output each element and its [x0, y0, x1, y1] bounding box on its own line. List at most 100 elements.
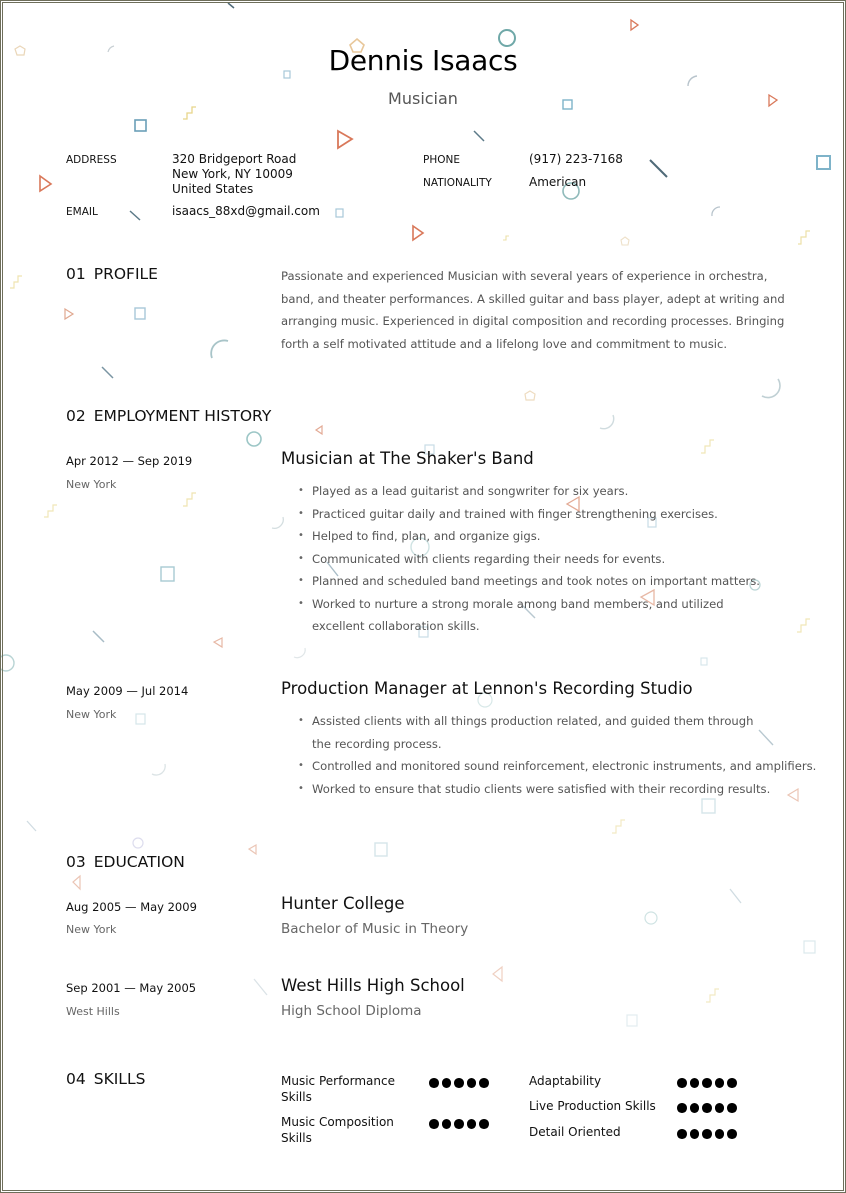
candidate-job-title: Musician: [388, 89, 458, 108]
line-shape-icon: [729, 888, 742, 904]
pentagon-shape-icon: [620, 236, 630, 246]
skill-level: [429, 1078, 489, 1088]
zigzag-shape-icon: [612, 819, 625, 834]
education-dates: Sep 2001 — May 2005: [66, 981, 197, 995]
square-shape-icon: [135, 713, 146, 725]
zigzag-shape-icon: [701, 439, 714, 454]
line-shape-icon: [129, 210, 141, 221]
skill-dot: [454, 1119, 464, 1129]
section-heading-education: 03 EDUCATION: [66, 853, 185, 871]
triangle-shape-icon: [64, 307, 75, 321]
job-title: Production Manager at Lennon's Recording…: [281, 679, 693, 698]
school-name: Hunter College: [281, 894, 405, 913]
zigzag-shape-icon: [183, 106, 196, 120]
job-dates: Apr 2012 — Sep 2019: [66, 454, 193, 468]
job-location: New York: [66, 708, 117, 721]
email-label: EMAIL: [66, 206, 98, 218]
arc-shape-icon: [599, 414, 615, 430]
job-bullet: Worked to nurture a strong morale among …: [298, 593, 762, 638]
skill-name: Music Composition Skills: [281, 1115, 394, 1145]
skill-level: [677, 1078, 737, 1088]
address-line: 320 Bridgeport Road: [172, 152, 297, 166]
degree: Bachelor of Music in Theory: [281, 921, 469, 937]
job-bullets: Played as a lead guitarist and songwrite…: [281, 480, 832, 638]
skill-dot: [714, 1103, 724, 1113]
zigzag-shape-icon: [798, 230, 810, 245]
triangle-shape-icon: [212, 637, 223, 649]
skill-level: [677, 1129, 737, 1139]
skill-dot: [727, 1103, 737, 1113]
section-heading-profile: 01 PROFILE: [66, 265, 158, 283]
arc-shape-icon: [210, 339, 229, 359]
arc-shape-icon: [711, 206, 721, 217]
zigzag-shape-icon: [44, 504, 57, 518]
skill-dot: [466, 1119, 476, 1129]
skill-dot: [702, 1103, 712, 1113]
skill-dot: [441, 1078, 451, 1088]
email-value[interactable]: isaacs_88xd@gmail.com: [172, 204, 320, 219]
job-title: Musician at The Shaker's Band: [281, 449, 534, 468]
triangle-shape-icon: [247, 843, 257, 856]
skill-dot: [429, 1119, 439, 1129]
square-shape-icon: [816, 155, 831, 170]
square-shape-icon: [160, 566, 175, 582]
triangle-shape-icon: [412, 224, 425, 242]
skill-dot: [677, 1078, 687, 1088]
triangle-shape-icon: [39, 174, 53, 193]
degree: High School Diploma: [281, 1003, 422, 1019]
section-title: PROFILE: [93, 265, 158, 283]
job-location: New York: [66, 478, 117, 491]
section-heading-employment: 02 EMPLOYMENT HISTORY: [66, 407, 271, 425]
square-shape-icon: [626, 1014, 638, 1027]
job-bullet: Helped to find, plan, and organize gigs.: [298, 525, 832, 548]
triangle-shape-icon: [630, 18, 640, 32]
pentagon-shape-icon: [524, 390, 536, 401]
skill-dot: [479, 1078, 489, 1088]
profile-summary: Passionate and experienced Musician with…: [281, 269, 785, 351]
square-shape-icon: [134, 119, 147, 132]
section-heading-skills: 04 SKILLS: [66, 1070, 145, 1088]
address-label: ADDRESS: [66, 154, 117, 166]
skill-dot: [429, 1078, 439, 1088]
candidate-name: Dennis Isaacs: [328, 44, 518, 77]
triangle-shape-icon: [72, 874, 81, 891]
education-location: New York: [66, 923, 117, 936]
square-shape-icon: [701, 798, 716, 814]
circle-shape-icon: [644, 911, 658, 925]
skill-dot: [702, 1078, 712, 1088]
skill-name: Adaptability: [529, 1074, 602, 1088]
zigzag-shape-icon: [503, 235, 509, 241]
job-bullet: Communicated with clients regarding thei…: [298, 548, 832, 571]
skill-dot: [441, 1119, 451, 1129]
section-number: 02: [66, 407, 86, 425]
line-shape-icon: [26, 820, 37, 832]
line-shape-icon: [649, 159, 668, 178]
skill-dot: [689, 1129, 699, 1139]
arc-shape-icon: [687, 75, 698, 87]
education-dates: Aug 2005 — May 2009: [66, 900, 197, 914]
section-title: EMPLOYMENT HISTORY: [93, 407, 272, 425]
skill-dot: [677, 1103, 687, 1113]
skill-dot: [454, 1078, 464, 1088]
skill-dot: [466, 1078, 476, 1088]
job-bullet: Assisted clients with all things product…: [298, 710, 757, 755]
nationality-value: American: [529, 175, 587, 189]
line-shape-icon: [101, 366, 114, 379]
zigzag-shape-icon: [183, 492, 196, 507]
triangle-shape-icon: [492, 965, 503, 983]
line-shape-icon: [227, 2, 235, 9]
section-number: 04: [66, 1070, 86, 1088]
school-name: West Hills High School: [281, 976, 465, 995]
skill-dot: [479, 1119, 489, 1129]
skill-dot: [689, 1103, 699, 1113]
square-shape-icon: [335, 208, 344, 218]
skill-dot: [689, 1078, 699, 1088]
square-shape-icon: [803, 940, 816, 954]
job-bullet: Practiced guitar daily and trained with …: [298, 503, 832, 526]
job-bullet: Planned and scheduled band meetings and …: [298, 570, 832, 593]
arc-shape-icon: [761, 378, 781, 399]
line-shape-icon: [253, 978, 268, 996]
job-bullet: Controlled and monitored sound reinforce…: [298, 755, 832, 778]
skill-name: Detail Oriented: [529, 1125, 621, 1139]
skill-dot: [677, 1129, 687, 1139]
